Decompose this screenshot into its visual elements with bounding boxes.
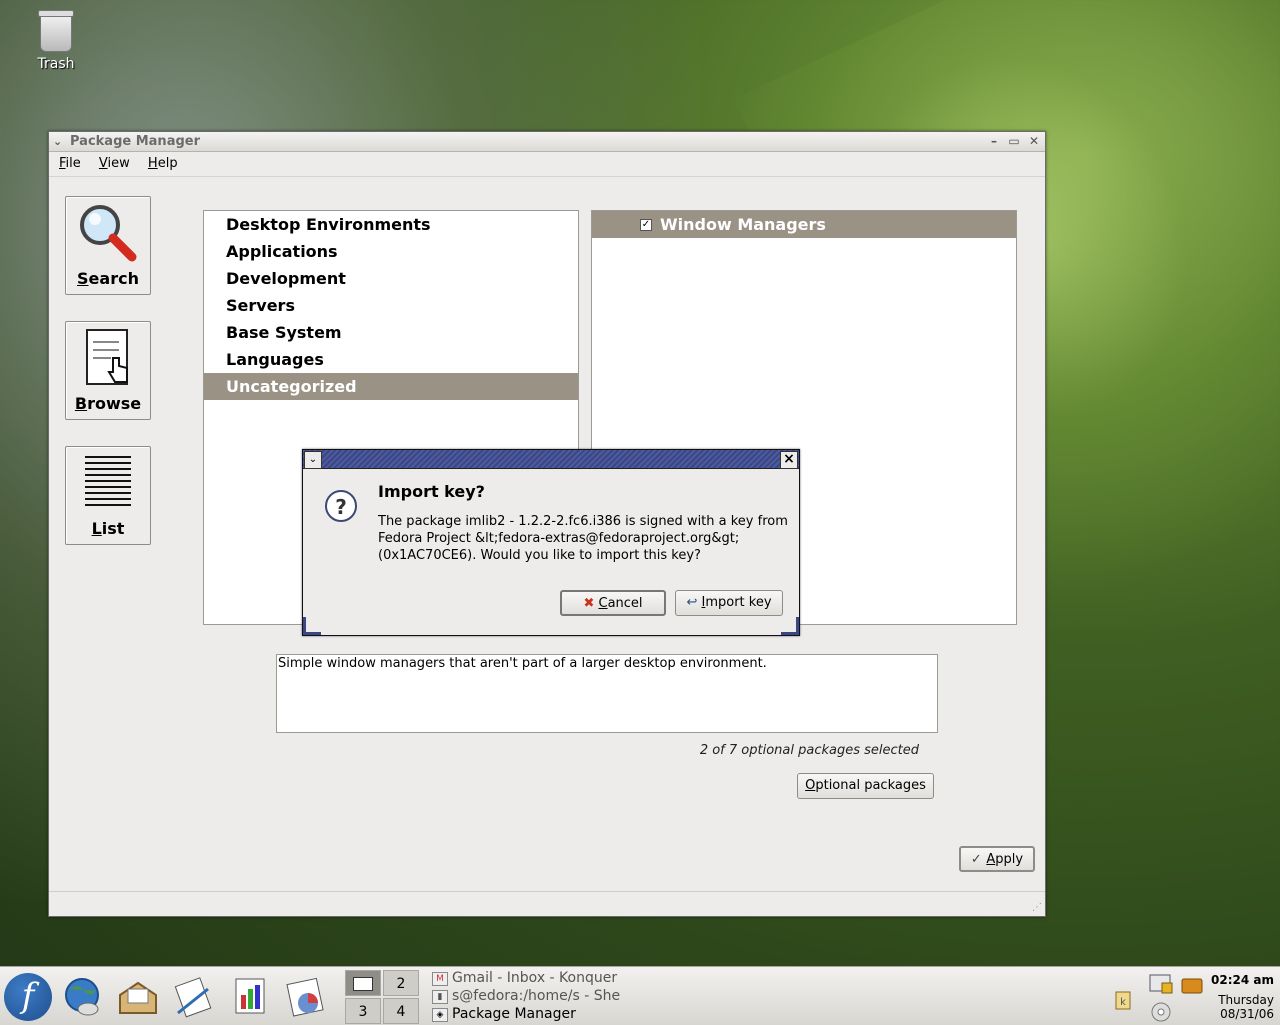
task-item[interactable]: ▮ s@fedora:/home/s - She [430, 987, 630, 1005]
system-tray: k [1112, 971, 1207, 1023]
task-list: M Gmail - Inbox - Konquer ▮ s@fedora:/home… [430, 969, 630, 1023]
clock-time: 02:24 am [1211, 973, 1274, 987]
svg-text:k: k [1120, 997, 1126, 1008]
document-hand-icon [86, 329, 128, 385]
package-icon: ◈ [432, 1008, 448, 1022]
terminal-icon: ▮ [432, 990, 448, 1004]
package-checkbox[interactable]: ✓ [640, 219, 652, 231]
close-icon[interactable]: ✕ [1027, 133, 1041, 149]
group-item[interactable]: Development [204, 265, 578, 292]
dialog-menu-icon[interactable]: ⌄ [304, 451, 322, 469]
import-key-button[interactable]: ↩ Import key [675, 590, 783, 616]
menu-file[interactable]: File [59, 156, 81, 171]
group-item[interactable]: Languages [204, 346, 578, 373]
trash-icon [38, 10, 74, 52]
magnifier-icon [80, 205, 137, 262]
browse-button[interactable]: Browse [65, 321, 151, 420]
taskbar: f 2 3 4 M Gmail - Inbox - Konquer ▮ s@fedo… [0, 966, 1280, 1025]
clock-day: Thursday [1218, 993, 1274, 1007]
cd-icon[interactable] [1150, 1001, 1172, 1023]
workspace-2[interactable]: 2 [383, 970, 419, 996]
task-item-active[interactable]: ◈ Package Manager [430, 1005, 630, 1023]
dialog-resize-corner[interactable] [303, 617, 321, 635]
group-description: Simple window managers that aren't part … [276, 654, 938, 733]
dialog-message: The package imlib2 - 1.2.2-2.fc6.i386 is… [378, 514, 788, 563]
maximize-icon[interactable]: ▭ [1007, 133, 1021, 149]
wallet-icon[interactable] [1180, 975, 1204, 995]
mail-icon[interactable] [116, 975, 160, 1019]
cancel-button[interactable]: ✖ Cancel [560, 590, 666, 616]
desktop-icon-trash[interactable]: Trash [28, 10, 84, 72]
menu-help[interactable]: Help [148, 156, 178, 171]
clock-date: 08/31/06 [1220, 1007, 1274, 1021]
terminal-mini-icon [353, 977, 373, 991]
group-item[interactable]: Base System [204, 319, 578, 346]
checkmark-icon: ✓ [970, 852, 987, 867]
minimize-icon[interactable]: – [987, 133, 1001, 149]
spreadsheet-icon[interactable] [284, 975, 328, 1019]
workspace-3[interactable]: 3 [345, 998, 381, 1024]
dialog-close-icon[interactable]: × [780, 451, 798, 469]
group-item[interactable]: Applications [204, 238, 578, 265]
workspace-4[interactable]: 4 [383, 998, 419, 1024]
window-title: Package Manager [70, 134, 200, 149]
workspace-1[interactable] [345, 970, 381, 996]
dialog-titlebar[interactable]: ⌄ × [303, 450, 799, 469]
import-key-dialog: ⌄ × ? Import key? The package imlib2 - 1… [302, 449, 800, 636]
clock[interactable]: 02:24 am Thursday 08/31/06 [1211, 973, 1274, 1021]
dialog-resize-corner[interactable] [781, 617, 799, 635]
resize-grip-icon[interactable]: ⋰ [1032, 902, 1042, 913]
task-item[interactable]: M Gmail - Inbox - Konquer [430, 969, 630, 987]
list-icon [85, 456, 131, 506]
klipper-icon[interactable]: k [1112, 989, 1134, 1011]
group-item[interactable]: Desktop Environments [204, 211, 578, 238]
cancel-x-icon: ✖ [583, 596, 595, 611]
import-arrow-icon: ↩ [686, 595, 698, 610]
list-button[interactable]: List [65, 446, 151, 545]
window-titlebar[interactable]: ⌄ Package Manager – ▭ ✕ [49, 132, 1045, 152]
apply-button[interactable]: ✓ Apply [959, 846, 1035, 872]
dialog-heading: Import key? [378, 482, 485, 501]
window-menu-icon[interactable]: ⌄ [53, 132, 67, 151]
trash-label: Trash [37, 56, 75, 72]
search-button[interactable]: Search [65, 196, 151, 295]
package-name: Window Managers [660, 215, 826, 234]
group-item[interactable]: Servers [204, 292, 578, 319]
group-item-selected[interactable]: Uncategorized [204, 373, 578, 400]
package-row[interactable]: ✓ Window Managers [592, 211, 1016, 238]
status-bar: ⋰ [49, 891, 1045, 916]
workspace-pager: 2 3 4 [345, 968, 419, 1024]
writer-icon[interactable] [172, 975, 216, 1019]
question-icon: ? [325, 490, 357, 522]
menu-view[interactable]: View [99, 156, 130, 171]
optional-packages-button[interactable]: Optional packages [797, 773, 934, 799]
fedora-menu-icon[interactable]: f [4, 973, 52, 1021]
presentation-icon[interactable] [228, 975, 272, 1019]
update-lock-icon[interactable] [1148, 973, 1176, 997]
menubar: File View Help [49, 152, 1045, 177]
browser-globe-icon[interactable] [60, 975, 104, 1019]
optional-count: 2 of 7 optional packages selected [699, 743, 919, 758]
gmail-icon: M [432, 972, 448, 986]
